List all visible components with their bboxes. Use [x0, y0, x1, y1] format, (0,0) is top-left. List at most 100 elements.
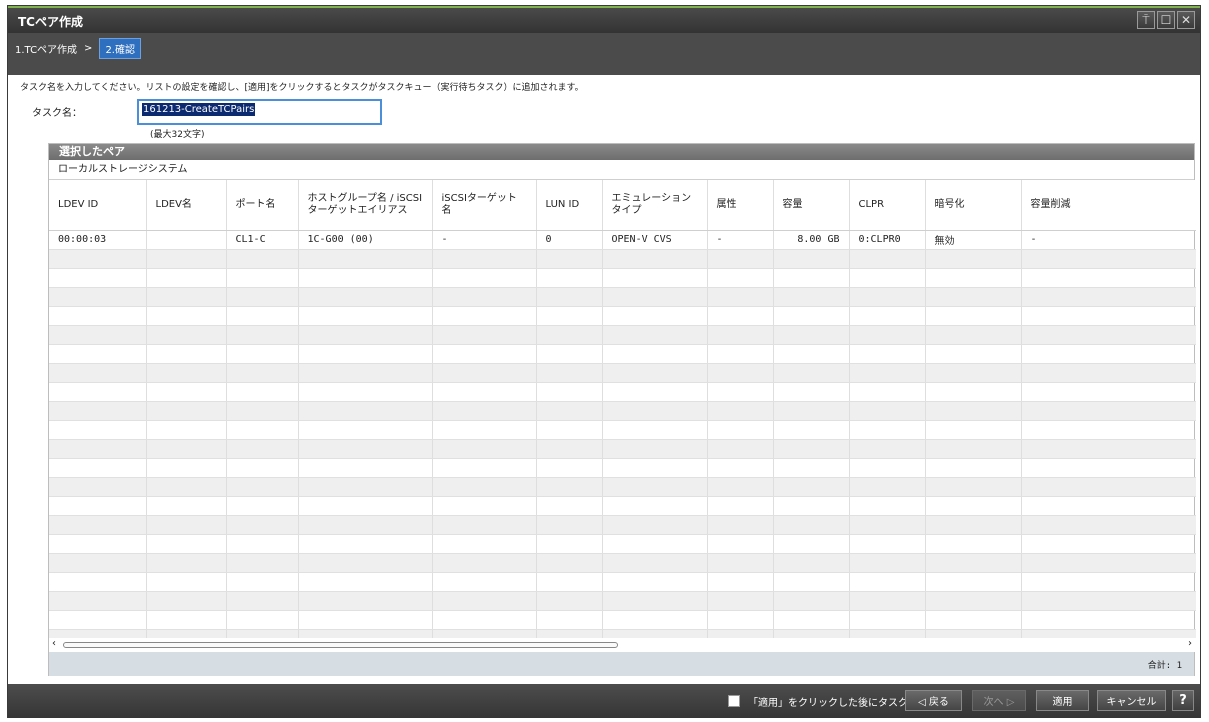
close-icon[interactable]: ✕: [1177, 11, 1195, 29]
empty-cell: [536, 496, 603, 516]
column-header[interactable]: 容量: [773, 180, 850, 231]
empty-cell: [707, 458, 774, 478]
empty-cell: [707, 515, 774, 535]
empty-cell: [1021, 363, 1196, 383]
table-header-row: LDEV ID LDEV名 ポート名 ホストグループ名 / iSCSIターゲット…: [49, 180, 1196, 231]
empty-cell: [1021, 629, 1196, 638]
empty-cell: [707, 287, 774, 307]
empty-cell: [146, 325, 227, 345]
column-header[interactable]: iSCSIターゲット名: [432, 180, 537, 231]
empty-cell: [602, 420, 708, 440]
cancel-button[interactable]: キャンセル: [1097, 690, 1166, 711]
empty-cell: [1021, 610, 1196, 630]
empty-cell: [432, 306, 537, 326]
empty-cell: [1021, 287, 1196, 307]
table-row[interactable]: 00:00:03 CL1-C 1C-G00 (00) - 0 OPEN-V CV…: [49, 230, 1196, 250]
empty-cell: [298, 629, 433, 638]
empty-cell: [536, 382, 603, 402]
empty-cell: [298, 496, 433, 516]
empty-cell: [707, 477, 774, 497]
empty-cell: [536, 344, 603, 364]
column-header[interactable]: LDEV ID: [49, 180, 147, 231]
empty-cell: [536, 363, 603, 383]
column-header[interactable]: ホストグループ名 / iSCSIターゲットエイリアス: [298, 180, 433, 231]
empty-cell: [925, 515, 1022, 535]
empty-cell: [925, 268, 1022, 288]
window-title: TCペア作成: [18, 15, 83, 29]
column-header[interactable]: エミュレーションタイプ: [602, 180, 708, 231]
empty-cell: [773, 629, 850, 638]
column-header[interactable]: 容量削減: [1021, 180, 1196, 231]
show-tasks-checkbox[interactable]: [728, 695, 740, 707]
empty-cell: [146, 553, 227, 573]
empty-cell: [602, 325, 708, 345]
empty-cell: [849, 268, 926, 288]
empty-cell: [49, 287, 147, 307]
column-header[interactable]: LDEV名: [146, 180, 227, 231]
empty-cell: [49, 306, 147, 326]
empty-cell: [146, 306, 227, 326]
empty-table-row: [49, 325, 1196, 345]
column-header[interactable]: 属性: [707, 180, 774, 231]
empty-cell: [1021, 572, 1196, 592]
empty-cell: [773, 401, 850, 421]
empty-cell: [707, 325, 774, 345]
next-button[interactable]: 次へ ▷: [972, 690, 1026, 711]
apply-button[interactable]: 適用: [1036, 690, 1089, 711]
column-header[interactable]: 暗号化: [925, 180, 1022, 231]
empty-cell: [536, 572, 603, 592]
empty-cell: [849, 344, 926, 364]
empty-cell: [49, 439, 147, 459]
empty-cell: [1021, 382, 1196, 402]
empty-cell: [707, 629, 774, 638]
empty-cell: [432, 629, 537, 638]
empty-cell: [925, 306, 1022, 326]
empty-cell: [707, 572, 774, 592]
task-name-hint: (最大32文字): [150, 130, 205, 140]
empty-cell: [49, 420, 147, 440]
empty-cell: [226, 515, 299, 535]
empty-cell: [849, 591, 926, 611]
task-name-input[interactable]: 161213-CreateTCPairs: [137, 99, 382, 125]
pin-icon[interactable]: ⍑: [1137, 11, 1155, 29]
empty-cell: [298, 610, 433, 630]
empty-cell: [298, 553, 433, 573]
empty-cell: [602, 306, 708, 326]
empty-cell: [298, 515, 433, 535]
scroll-left-icon[interactable]: ‹: [52, 638, 56, 649]
empty-cell: [298, 534, 433, 554]
empty-cell: [773, 610, 850, 630]
maximize-icon[interactable]: ☐: [1157, 11, 1175, 29]
horizontal-scrollbar[interactable]: ‹ ›: [49, 638, 1196, 652]
empty-cell: [773, 515, 850, 535]
help-icon[interactable]: ?: [1172, 690, 1194, 711]
empty-cell: [298, 401, 433, 421]
empty-cell: [226, 325, 299, 345]
empty-cell: [49, 553, 147, 573]
empty-cell: [773, 420, 850, 440]
column-header[interactable]: CLPR: [849, 180, 926, 231]
empty-cell: [925, 439, 1022, 459]
empty-cell: [226, 420, 299, 440]
back-button[interactable]: ◁ 戻る: [905, 690, 962, 711]
empty-cell: [49, 610, 147, 630]
empty-cell: [602, 401, 708, 421]
column-header[interactable]: LUN ID: [536, 180, 603, 231]
task-name-label: タスク名：: [32, 108, 82, 119]
empty-cell: [146, 534, 227, 554]
empty-cell: [773, 306, 850, 326]
empty-cell: [1021, 534, 1196, 554]
scroll-right-icon[interactable]: ›: [1188, 638, 1192, 649]
empty-cell: [226, 363, 299, 383]
empty-cell: [1021, 306, 1196, 326]
empty-cell: [925, 401, 1022, 421]
column-header[interactable]: ポート名: [226, 180, 299, 231]
wizard-step-1[interactable]: 1.TCペア作成: [15, 41, 77, 56]
empty-cell: [432, 420, 537, 440]
empty-cell: [1021, 268, 1196, 288]
task-name-value[interactable]: 161213-CreateTCPairs: [142, 103, 256, 116]
empty-table-row: [49, 553, 1196, 573]
empty-cell: [707, 439, 774, 459]
cell-ldev-id: 00:00:03: [49, 230, 147, 250]
scrollbar-thumb[interactable]: [63, 642, 618, 648]
